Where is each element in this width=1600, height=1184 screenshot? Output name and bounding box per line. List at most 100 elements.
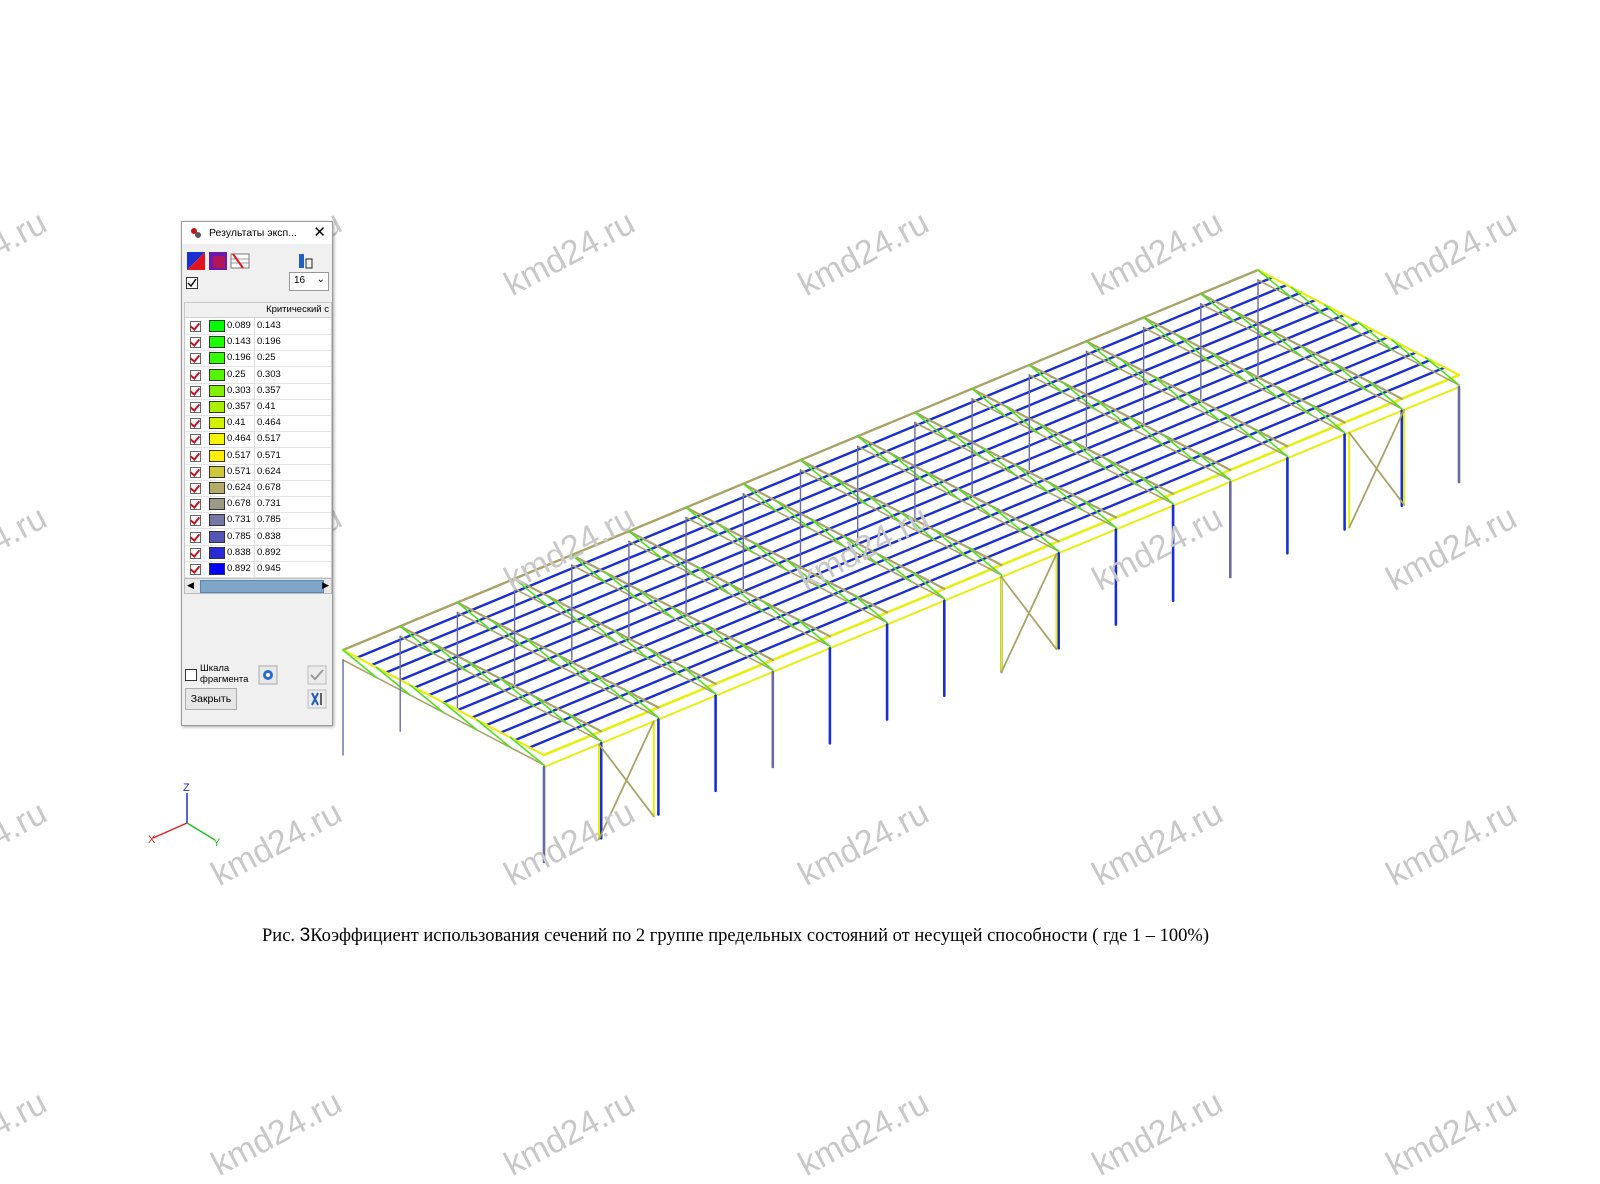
color-gradient-mode-button[interactable] [208, 251, 228, 271]
legend-column-divider [254, 463, 255, 480]
fragment-scale-label-line1: Шкала [200, 663, 230, 674]
legend-column-divider [254, 512, 255, 529]
chart-settings-button[interactable] [296, 251, 316, 271]
close-icon[interactable]: ✕ [313, 224, 326, 242]
legend-color-swatch[interactable] [209, 417, 225, 430]
legend-to-value: 0.25 [257, 352, 276, 364]
legend-color-swatch[interactable] [209, 514, 225, 527]
app-icon [191, 228, 201, 238]
legend-color-swatch[interactable] [209, 482, 225, 494]
legend-color-swatch[interactable] [209, 546, 225, 559]
legend-from-value: 0.25 [227, 368, 246, 380]
fragment-scale-checkbox[interactable] [185, 669, 197, 681]
legend-row[interactable]: 0.143 0.196 [185, 334, 331, 352]
legend-row-checkbox[interactable] [190, 434, 201, 446]
legend-row-checkbox[interactable] [190, 337, 201, 349]
legend-row-checkbox[interactable] [190, 564, 201, 575]
legend-row[interactable]: 0.464 0.517 [185, 431, 331, 449]
legend-row-checkbox[interactable] [190, 531, 201, 543]
apply-check-icon[interactable] [307, 665, 327, 685]
legend-row[interactable]: 0.41 0.464 [185, 415, 331, 433]
legend-column-divider [254, 447, 255, 464]
export-icon[interactable] [307, 689, 327, 709]
caption-prefix: Рис. [262, 926, 300, 946]
legend-color-swatch[interactable] [209, 433, 225, 446]
legend-from-value: 0.624 [227, 482, 251, 493]
legend-row[interactable]: 0.357 0.41 [185, 399, 331, 416]
results-panel[interactable]: Результаты эксп... ✕ 16 ⌄ Критический с … [181, 221, 333, 726]
legend-to-value: 0.41 [257, 401, 276, 412]
legend-row[interactable]: 0.303 0.357 [185, 382, 331, 400]
intervals-count-select[interactable]: 16 ⌄ [289, 272, 329, 291]
legend-row-checkbox[interactable] [190, 321, 201, 332]
legend-row[interactable]: 0.571 0.624 [185, 463, 331, 481]
legend-row-checkbox[interactable] [190, 418, 201, 430]
legend-from-value: 0.464 [227, 433, 251, 445]
legend-from-value: 0.517 [227, 449, 251, 461]
legend-row-checkbox[interactable] [190, 385, 201, 397]
legend-color-swatch[interactable] [209, 563, 225, 575]
brace-diagonal[interactable] [1000, 553, 1058, 673]
legend-row[interactable]: 0.785 0.838 [185, 528, 331, 546]
table-view-button[interactable] [230, 251, 250, 271]
legend-color-swatch[interactable] [209, 352, 225, 365]
legend-to-value: 0.196 [257, 336, 281, 348]
legend-row[interactable]: 0.089 0.143 [185, 318, 331, 335]
legend-row[interactable]: 0.731 0.785 [185, 512, 331, 530]
close-button[interactable]: Закрыть [185, 688, 237, 710]
show-all-checkbox[interactable] [186, 277, 198, 289]
horizontal-scrollbar[interactable]: ◀ ▶ [184, 578, 332, 594]
legend-row-checkbox[interactable] [190, 483, 201, 494]
legend-color-swatch[interactable] [209, 530, 225, 543]
legend-column-divider [254, 544, 255, 561]
legend-from-value: 0.785 [227, 530, 251, 542]
legend-column-divider [254, 334, 255, 351]
legend-row[interactable]: 0.196 0.25 [185, 350, 331, 368]
legend-row-checkbox[interactable] [190, 466, 201, 478]
axis-x-label: X [148, 834, 156, 846]
legend-color-swatch[interactable] [209, 336, 225, 349]
legend-row[interactable]: 0.25 0.303 [185, 366, 331, 384]
legend-row[interactable]: 0.517 0.571 [185, 447, 331, 465]
legend-row[interactable]: 0.838 0.892 [185, 544, 331, 562]
scroll-left-icon[interactable]: ◀ [187, 580, 194, 591]
brace-diagonal[interactable] [598, 720, 655, 841]
brace-diagonal[interactable] [1348, 408, 1405, 529]
legend-color-swatch[interactable] [209, 498, 225, 511]
legend-color-swatch[interactable] [209, 384, 225, 397]
legend-from-value: 0.41 [227, 417, 246, 429]
legend-row[interactable]: 0.678 0.731 [185, 496, 331, 514]
legend-column-divider [254, 366, 255, 383]
legend-row-checkbox[interactable] [190, 515, 201, 527]
legend-color-swatch[interactable] [209, 320, 225, 332]
legend-column-divider [254, 415, 255, 432]
legend-row-checkbox[interactable] [190, 369, 201, 381]
legend-column-divider [254, 318, 255, 334]
legend-color-swatch[interactable] [209, 465, 225, 478]
legend-from-value: 0.196 [227, 352, 251, 364]
legend-row[interactable]: 0.892 0.945 [185, 561, 331, 578]
legend-color-swatch[interactable] [209, 449, 225, 462]
legend-row-checkbox[interactable] [190, 450, 201, 462]
legend-to-value: 0.464 [257, 417, 281, 429]
legend-row-checkbox[interactable] [190, 402, 201, 413]
legend-to-value: 0.357 [257, 384, 281, 396]
legend-column-divider [254, 382, 255, 399]
legend-row-checkbox[interactable] [190, 547, 201, 559]
legend-column-header[interactable]: Критический с [185, 303, 331, 318]
legend-row-checkbox[interactable] [190, 353, 201, 365]
canvas[interactable]: kmd24.ru kmd24.ru kmd24.ru kmd24.ru kmd24.ru… [0, 0, 1600, 1183]
legend-color-swatch[interactable] [209, 401, 225, 413]
legend-color-swatch[interactable] [209, 368, 225, 381]
scroll-right-icon[interactable]: ▶ [322, 580, 329, 591]
settings-gear-icon[interactable] [258, 665, 278, 685]
legend-table[interactable]: Критический с 0.089 0.143 0.143 0.196 0.196 0… [184, 302, 332, 589]
axis-triad: Z X Y [145, 782, 235, 865]
scroll-thumb[interactable] [200, 580, 324, 593]
legend-to-value: 0.678 [257, 482, 281, 493]
legend-row[interactable]: 0.624 0.678 [185, 480, 331, 497]
legend-row-checkbox[interactable] [190, 499, 201, 511]
color-fill-mode-button[interactable] [186, 251, 206, 271]
panel-titlebar[interactable]: Результаты эксп... ✕ [182, 222, 332, 244]
legend-from-value: 0.571 [227, 465, 251, 477]
